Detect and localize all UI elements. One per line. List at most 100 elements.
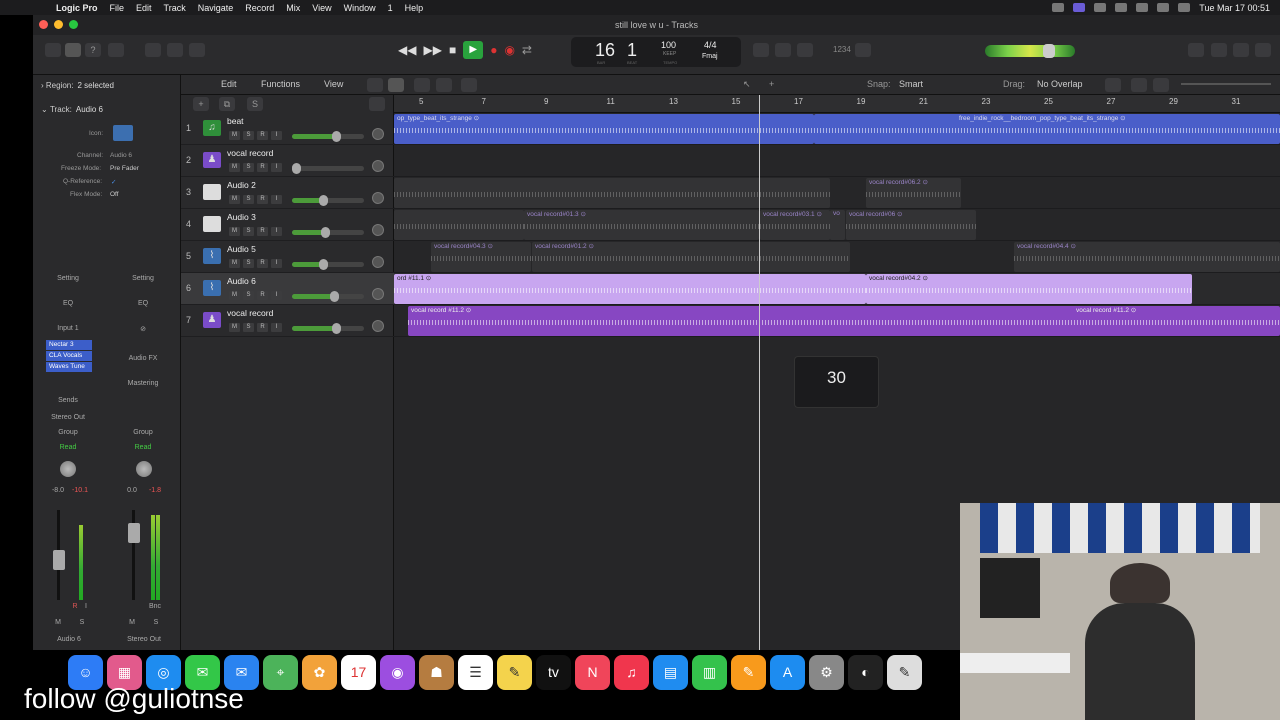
record-enable-button[interactable]: R [257, 259, 268, 268]
chevron-right-icon[interactable]: › [41, 81, 44, 90]
mute-button[interactable]: M [229, 163, 240, 172]
notepad-icon[interactable] [1211, 43, 1227, 57]
global-tracks-button[interactable] [369, 97, 385, 111]
input-monitor[interactable]: I [61, 603, 111, 610]
close-button[interactable] [39, 20, 48, 29]
lcd-key[interactable]: Fmaj [702, 53, 718, 60]
track-name[interactable]: vocal record [227, 148, 273, 158]
smart-controls-button[interactable] [145, 43, 161, 57]
status-icon[interactable] [1115, 3, 1128, 12]
track-volume-slider[interactable] [292, 291, 364, 302]
list-icon[interactable] [388, 78, 404, 92]
tuner-icon[interactable] [775, 43, 791, 57]
wifi-icon[interactable] [1157, 3, 1170, 12]
group-slot[interactable]: Group [43, 429, 93, 436]
solo-button[interactable]: S [243, 131, 254, 140]
functions-menu[interactable]: Functions [261, 79, 300, 89]
calendar-icon[interactable]: 17 [341, 654, 376, 690]
contacts-icon[interactable]: ☗ [419, 654, 454, 690]
pan-knob[interactable] [372, 256, 384, 268]
quick-help-button[interactable]: ? [85, 43, 101, 57]
capture-record-icon[interactable]: ◉ [504, 43, 514, 57]
audio-region[interactable]: vocal record#06.2 ⊙ [866, 178, 961, 208]
track-name[interactable]: Audio 5 [227, 244, 256, 254]
input-monitor-button[interactable]: I [271, 227, 282, 236]
track-name[interactable]: Audio 2 [227, 180, 256, 190]
mute-button[interactable]: M [229, 291, 240, 300]
solo-button-out[interactable]: S [131, 619, 181, 626]
edit-menu[interactable]: Edit [221, 79, 237, 89]
status-icon[interactable] [1052, 3, 1065, 12]
autozoom-icon[interactable] [1131, 78, 1147, 92]
waveform-zoom-icon[interactable] [1105, 78, 1121, 92]
volume-handle[interactable] [292, 163, 301, 174]
replace-icon[interactable] [753, 43, 769, 57]
volume-handle[interactable] [330, 291, 339, 302]
photos-icon[interactable]: ✿ [302, 654, 337, 690]
audio-fx-slot[interactable]: Audio FX [118, 355, 168, 362]
forward-icon[interactable]: ▶▶ [423, 43, 441, 57]
track-header[interactable]: 7 ♟ vocal record M S R I [181, 305, 394, 337]
track-header[interactable]: 5 ⌇ Audio 5 MSRI [181, 241, 394, 273]
group-slot-out[interactable]: Group [118, 429, 168, 436]
output-slot[interactable]: Stereo Out [43, 414, 93, 421]
news-icon[interactable]: N [575, 654, 610, 690]
grid-icon[interactable] [367, 78, 383, 92]
menu-navigate[interactable]: Navigate [198, 3, 234, 13]
freeze-value[interactable]: Pre Fader [110, 165, 139, 172]
solo-button[interactable]: S [243, 291, 254, 300]
view-menu[interactable]: View [324, 79, 343, 89]
metronome-icon[interactable] [855, 43, 871, 57]
scissors-icon[interactable] [461, 78, 477, 92]
track-inspector-header[interactable]: ⌄ Track: Audio 6 [33, 99, 181, 119]
record-enable-button[interactable]: R [257, 195, 268, 204]
zoom-slider[interactable] [1181, 83, 1271, 85]
record-enable-button[interactable]: R [257, 227, 268, 236]
audio-region[interactable]: vocal record#01.2 ⊙ [532, 242, 850, 272]
global-solo-button[interactable]: S [247, 97, 263, 111]
track-header[interactable]: 6 ⌇ Audio 6 MSRI [181, 273, 394, 305]
audio-region[interactable]: vocal record#01.3 ⊙ [524, 210, 759, 240]
bounce-button[interactable]: Bnc [130, 603, 180, 610]
list-editors-icon[interactable] [1188, 43, 1204, 57]
solo-button[interactable]: S [243, 259, 254, 268]
volume-handle[interactable] [332, 131, 341, 142]
pan-knob[interactable] [372, 128, 384, 140]
track-icon[interactable]: ☺ [203, 184, 221, 200]
audio-region[interactable]: vocal record#06 ⊙ [846, 210, 976, 240]
inspector-button[interactable] [65, 43, 81, 57]
ruler[interactable]: 5 7 9 11 13 15 17 19 21 23 25 27 29 31 [394, 95, 1280, 113]
plugin-slot[interactable]: CLA Vocals [46, 351, 92, 361]
lcd-display[interactable]: 16 1 100 KEEP 4/4 Fmaj BAR BEAT TEMPO [571, 37, 741, 67]
plus-tool-icon[interactable]: + [769, 79, 774, 89]
mute-button[interactable]: M [229, 323, 240, 332]
playhead[interactable] [759, 95, 760, 650]
audio-region[interactable]: free_indie_rock__bedroom_pop_type_beat_i… [814, 114, 1280, 144]
catch-icon[interactable] [414, 78, 430, 92]
audio-region[interactable]: vocal record#03.1 ⊙ [760, 210, 830, 240]
track-icon[interactable]: ♫ [203, 120, 221, 136]
input-monitor-button[interactable]: I [271, 323, 282, 332]
menu-window[interactable]: Window [344, 3, 376, 13]
track-volume-slider[interactable] [292, 195, 364, 206]
track-icon[interactable]: ☺ [203, 216, 221, 232]
record-enable-button[interactable]: R [257, 131, 268, 140]
podcasts-icon[interactable]: ◉ [380, 654, 415, 690]
audio-region[interactable] [394, 210, 524, 240]
menu-help[interactable]: Help [405, 3, 424, 13]
menu-mix[interactable]: Mix [286, 3, 300, 13]
menu-view[interactable]: View [312, 3, 331, 13]
eq-button[interactable]: EQ [43, 300, 93, 307]
chevron-down-icon[interactable]: ⌄ [41, 105, 48, 114]
audio-region[interactable]: vocal record #11.2 ⊙ vocal record #11.2 ⊙ [408, 306, 1280, 336]
sends-slot[interactable]: Sends [43, 397, 93, 404]
fader-cap-out[interactable] [128, 523, 140, 543]
app-store-icon[interactable]: A [770, 654, 805, 690]
snap-value[interactable]: Smart [899, 79, 923, 89]
mastering-slot[interactable]: Mastering [118, 380, 168, 387]
master-volume-slider[interactable] [985, 44, 1075, 58]
track-header[interactable]: 1 ♫ beat M S R I [181, 113, 394, 145]
region-inspector-header[interactable]: › Region: 2 selected [33, 75, 181, 95]
audio-region[interactable]: ord #11.1 ⊙ [394, 274, 866, 304]
editors-button[interactable] [189, 43, 205, 57]
